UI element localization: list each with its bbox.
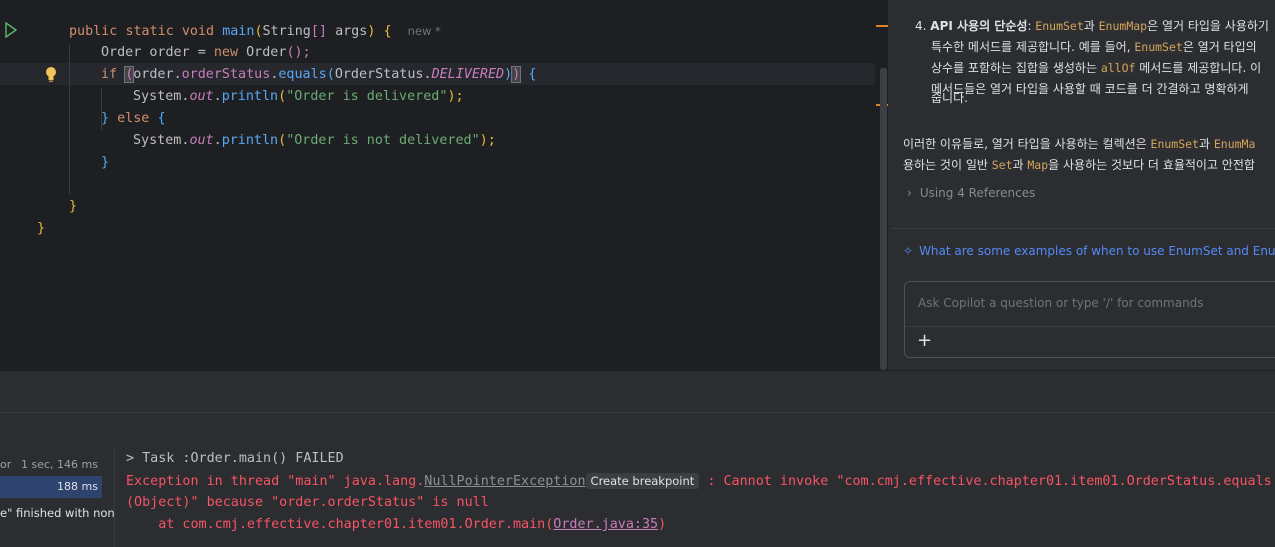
references-toggle[interactable]: › Using 4 References [907, 186, 1035, 200]
exception-class-link[interactable]: NullPointerException [424, 474, 585, 489]
code-line-order-init: Order order = new Order(); [101, 45, 311, 60]
plus-icon[interactable]: + [917, 331, 933, 351]
console-exception-continuation: (Object)" because "order.orderStatus" is… [126, 495, 489, 510]
code-line-else: } else { [101, 111, 166, 126]
copilot-input[interactable]: Ask Copilot a question or type '/' for c… [918, 296, 1204, 310]
console-task-line: > Task :Order.main() FAILED [126, 451, 344, 466]
code-line-close-main: } [69, 199, 78, 214]
code-editor[interactable]: public static void main(String[] args) {… [0, 0, 888, 370]
run-console[interactable]: > Task :Order.main() FAILED Exception in… [115, 446, 1275, 547]
create-breakpoint-button[interactable]: Create breakpoint [585, 473, 700, 489]
chevron-right-icon: › [907, 186, 912, 200]
run-tree-row[interactable]: e" finished with non- [0, 502, 114, 524]
run-tree-row-selected[interactable]: 188 ms [0, 476, 102, 498]
run-icon[interactable] [4, 22, 18, 38]
console-exception-line: Exception in thread "main" java.lang.Nul… [126, 473, 1272, 489]
code-line-println-delivered: System.out.println("Order is delivered")… [133, 89, 464, 104]
editor-status-bar [0, 370, 1275, 413]
answer-item-4-line-2: 특수한 메서드를 제공합니다. 예를 들어, EnumSet은 열거 타입의 [931, 40, 1257, 54]
answer-item-4-line-5-text: 줍니다. [931, 91, 968, 105]
code-line-println-not-delivered: System.out.println("Order is not deliver… [133, 133, 496, 148]
code-line-close-else: } [101, 155, 110, 170]
lightbulb-icon[interactable] [45, 66, 57, 82]
run-tool-window-header [0, 412, 1275, 447]
answer-item-4-line-1: 4. API 사용의 단순성: EnumSet과 EnumMap은 열거 타입을… [915, 19, 1269, 33]
indent-guide [69, 44, 70, 194]
source-file-link[interactable]: Order.java:35 [553, 517, 658, 532]
answer-summary-line-2: 용하는 것이 일반 Set과 Map을 사용하는 것보다 더 효율적이고 안전합 [903, 158, 1255, 172]
copilot-chat-panel: 4. API 사용의 단순성: EnumSet과 EnumMap은 열거 타입을… [891, 0, 1275, 370]
suggested-question[interactable]: ✧ What are some examples of when to use E… [903, 244, 1275, 258]
answer-summary-line-1: 이러한 이유들로, 열거 타입을 사용하는 컬렉션은 EnumSet과 Enum… [903, 137, 1256, 151]
code-line-main-signature: public static void main(String[] args) {… [69, 24, 441, 39]
copilot-ask-box[interactable]: Ask Copilot a question or type '/' for c… [904, 281, 1275, 358]
editor-scrollbar[interactable] [880, 68, 887, 370]
error-stripe-mark[interactable] [876, 25, 888, 27]
code-line-if: if (order.orderStatus.equals(OrderStatus… [101, 66, 537, 83]
answer-item-4-line-4: 메서드들은 열거 타입을 사용할 때 코드를 더 간결하고 명확하게 [931, 82, 1249, 96]
divider [905, 326, 1275, 327]
run-tree[interactable]: or 1 sec, 146 ms 188 ms e" finished with … [0, 446, 115, 547]
sparkle-icon: ✧ [903, 244, 914, 258]
code-line-close-class: } [37, 221, 46, 236]
answer-item-4-line-3: 상수를 포함하는 집합을 생성하는 allOf 메서드를 제공합니다. 이 [931, 61, 1262, 75]
divider [891, 228, 1275, 229]
code-author-hint: new * [407, 24, 441, 38]
console-stack-frame: at com.cmj.effective.chapter01.item01.Or… [126, 517, 667, 532]
run-tree-row[interactable]: or 1 sec, 146 ms [0, 454, 114, 476]
